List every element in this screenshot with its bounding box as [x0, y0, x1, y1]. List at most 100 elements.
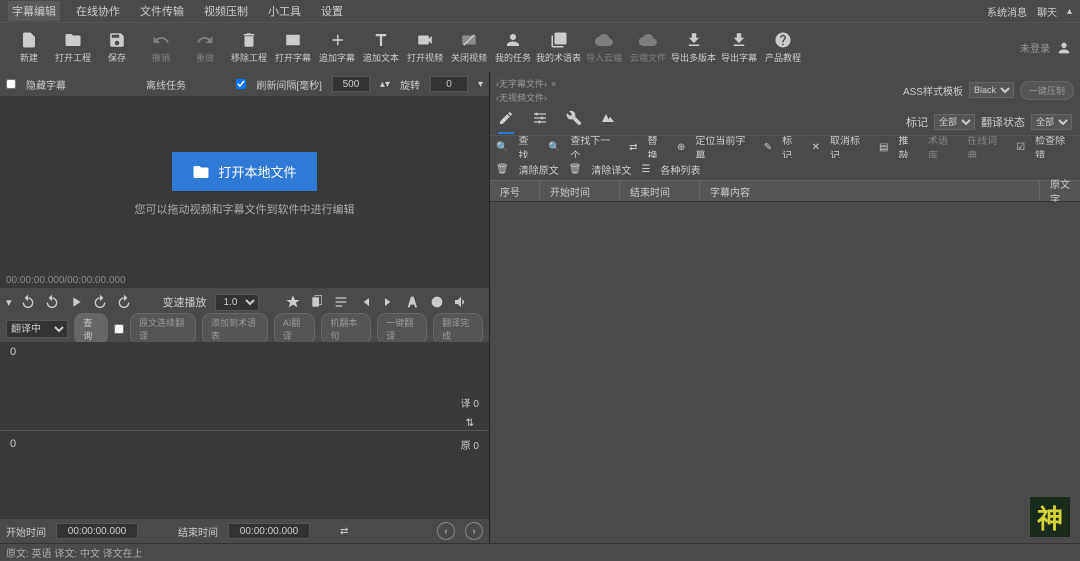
col-start[interactable]: 开始时间	[540, 181, 620, 201]
export-multi-button[interactable]: 导出多版本	[671, 26, 716, 70]
waveform-area[interactable]: 0 0 译 0 ⇅ 原 0	[0, 342, 489, 519]
tab-tools[interactable]: 小工具	[264, 1, 305, 21]
my-tasks-button[interactable]: 我的任务	[492, 26, 534, 70]
mark-icon[interactable]: ✎	[764, 142, 772, 153]
refresh-stepper[interactable]: ▴▾	[380, 79, 390, 90]
skip-back-icon[interactable]	[20, 294, 36, 310]
adjust-mode-tab[interactable]	[532, 110, 548, 134]
forward-icon[interactable]	[92, 294, 108, 310]
save-button[interactable]: 保存	[96, 26, 138, 70]
replace-action[interactable]: 替换	[647, 136, 666, 158]
video-file-tab[interactable]: ‹无视频文件›	[496, 91, 556, 104]
edit-mode-tab[interactable]	[498, 110, 514, 134]
col-index[interactable]: 序号	[490, 181, 540, 201]
tutorial-button[interactable]: 产品教程	[762, 26, 804, 70]
dict-action[interactable]: 在线词典	[967, 136, 1006, 158]
open-local-file-button[interactable]: 打开本地文件	[172, 152, 316, 191]
pill-trans-done[interactable]: 翻译完成	[433, 313, 483, 345]
tab-video-compress[interactable]: 视频压制	[200, 1, 252, 21]
user-icon[interactable]	[1056, 40, 1072, 56]
volume-icon[interactable]	[453, 294, 469, 310]
start-time-input[interactable]	[56, 523, 138, 539]
pill-onekey-trans[interactable]: 一键翻译	[377, 313, 427, 345]
redo-button[interactable]: 重做	[184, 26, 226, 70]
glossary-action[interactable]: 术语库	[928, 136, 957, 158]
translate-status-select[interactable]: 翻译中	[6, 320, 68, 338]
end-time-input[interactable]	[228, 523, 310, 539]
skip-forward-icon[interactable]	[116, 294, 132, 310]
unmark-action[interactable]: 取消标记	[830, 136, 869, 158]
mark-action[interactable]: 标记	[782, 136, 801, 158]
clear2-icon[interactable]: 🗑	[569, 164, 582, 175]
append-subtitle-button[interactable]: 追加字幕	[316, 26, 358, 70]
tag-filter-select[interactable]: 全部	[934, 114, 975, 130]
refresh-checkbox[interactable]	[236, 79, 246, 89]
check-action[interactable]: 检查除错	[1035, 136, 1074, 158]
cloud-file-button[interactable]: 云端文件	[627, 26, 669, 70]
col-content[interactable]: 字幕内容	[700, 181, 1040, 201]
my-glossary-button[interactable]: 我的术语表	[536, 26, 581, 70]
unmark-icon[interactable]: ✕	[812, 142, 820, 153]
pill-add-glossary[interactable]: 添加到术语表	[202, 313, 268, 345]
query-button[interactable]: 查询	[74, 313, 108, 345]
rotate-input[interactable]	[430, 76, 468, 92]
trans-status-select[interactable]: 全部	[1031, 114, 1072, 130]
star-icon[interactable]	[285, 294, 301, 310]
undo-button[interactable]: 撤销	[140, 26, 182, 70]
login-status[interactable]: 未登录	[1020, 40, 1050, 55]
refresh-input[interactable]	[332, 76, 370, 92]
clear1-icon[interactable]: 🗑	[496, 164, 509, 175]
continuous-trans-checkbox[interactable]	[114, 324, 124, 334]
new-button[interactable]: 新建	[8, 26, 50, 70]
swap-icon[interactable]: ⇅	[466, 418, 474, 429]
append-text-button[interactable]: 追加文本	[360, 26, 402, 70]
find-next-action[interactable]: 查找下一个	[570, 136, 619, 158]
paragraph-icon[interactable]	[333, 294, 349, 310]
close-video-button[interactable]: 关闭视频	[448, 26, 490, 70]
replace-icon[interactable]: ⇄	[629, 142, 637, 153]
video-drop-area[interactable]: 打开本地文件 您可以拖动视频和字幕文件到软件中进行编辑	[0, 96, 489, 273]
expand-icon[interactable]: ▴	[1067, 6, 1072, 17]
system-message[interactable]: 系统消息	[987, 4, 1027, 19]
ass-style-select[interactable]: Black	[969, 82, 1014, 98]
compress-button[interactable]: 一键压制	[1020, 81, 1074, 100]
font-icon[interactable]	[405, 294, 421, 310]
tools-mode-tab[interactable]	[566, 110, 582, 134]
loop-icon[interactable]: ⇄	[340, 526, 348, 537]
tab-online-collab[interactable]: 在线协作	[72, 1, 124, 21]
effects-mode-tab[interactable]	[600, 110, 616, 134]
speed-select[interactable]: 1.0	[215, 294, 259, 311]
close-icon[interactable]: ×	[551, 79, 556, 89]
remove-project-button[interactable]: 移除工程	[228, 26, 270, 70]
color-icon[interactable]	[429, 294, 445, 310]
locate-icon[interactable]: ⊕	[677, 142, 685, 153]
clear-trans-action[interactable]: 清除译文	[591, 162, 631, 177]
ponder-action[interactable]: 推敲	[898, 136, 917, 158]
check-icon[interactable]: ☑	[1016, 142, 1025, 153]
hide-subtitle-checkbox[interactable]	[6, 79, 16, 89]
rewind-icon[interactable]	[44, 294, 60, 310]
next-icon[interactable]: 🔍	[548, 142, 560, 153]
import-cloud-button[interactable]: 导入云端	[583, 26, 625, 70]
lists-icon[interactable]: ☰	[641, 164, 650, 175]
copy-icon[interactable]	[309, 294, 325, 310]
various-lists-action[interactable]: 各种列表	[660, 162, 700, 177]
prev-mark-icon[interactable]	[357, 294, 373, 310]
open-project-button[interactable]: 打开工程	[52, 26, 94, 70]
rotate-dropdown-icon[interactable]: ▾	[478, 79, 483, 90]
col-orig[interactable]: 原文字	[1040, 181, 1080, 201]
pill-ai-trans[interactable]: AI翻译	[274, 313, 315, 345]
open-subtitle-button[interactable]: 打开字幕	[272, 26, 314, 70]
tab-settings[interactable]: 设置	[317, 1, 347, 21]
pill-continuous[interactable]: 原文连续翻译	[130, 313, 196, 345]
open-video-button[interactable]: 打开视频	[404, 26, 446, 70]
play-icon[interactable]	[68, 294, 84, 310]
pill-machine-trans[interactable]: 机翻本句	[321, 313, 371, 345]
find-action[interactable]: 查找	[518, 136, 537, 158]
next-line-button[interactable]: ›	[465, 522, 483, 540]
col-end[interactable]: 结束时间	[620, 181, 700, 201]
locate-action[interactable]: 定位当前字幕	[695, 136, 753, 158]
clear-orig-action[interactable]: 清除原文	[519, 162, 559, 177]
export-subtitle-button[interactable]: 导出字幕	[718, 26, 760, 70]
subtitle-table-body[interactable]: 神	[490, 202, 1080, 543]
